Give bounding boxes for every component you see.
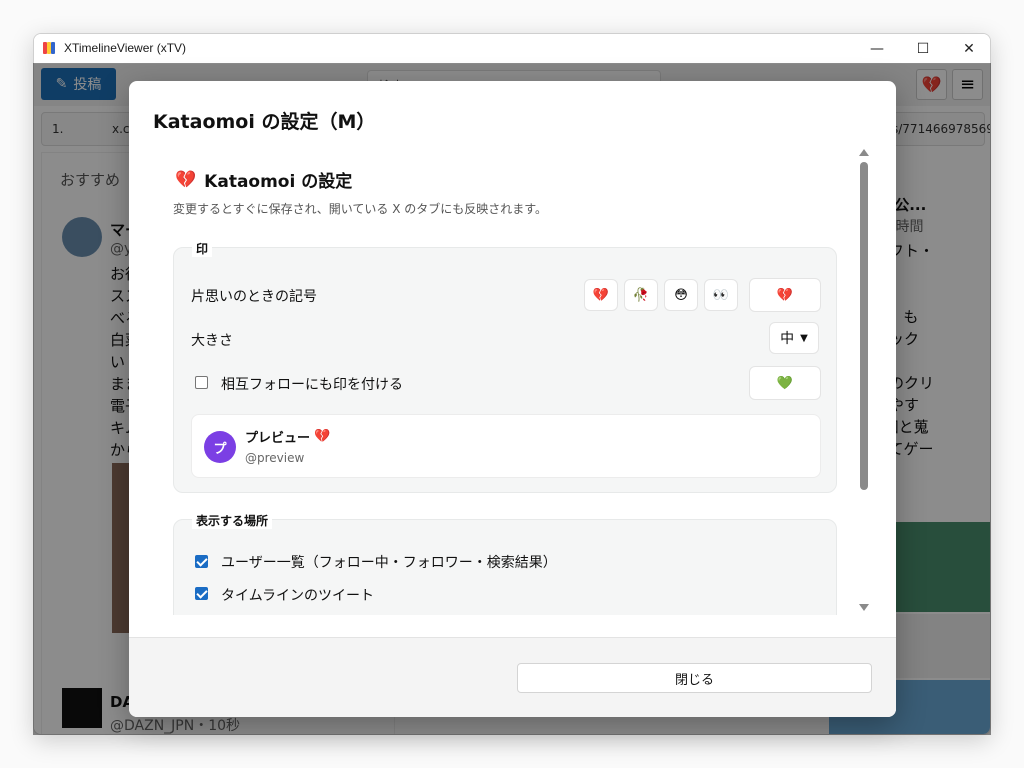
section-title: Kataomoi の設定 [204, 172, 353, 192]
preview-avatar: プ [204, 431, 236, 463]
section-description: 変更するとすぐに保存され、開いている X のタブにも反映されます。 [173, 202, 548, 216]
mark-legend: 印 [192, 240, 213, 257]
symbol-custom-input[interactable]: 💔 [749, 278, 821, 312]
dialog-footer: 閉じる [129, 637, 896, 717]
close-window-button[interactable]: ✕ [946, 34, 990, 64]
symbol-option-broken-heart[interactable]: 💔 [584, 279, 618, 311]
dialog-body: 💔 Kataomoi の設定 変更するとすぐに保存され、開いている X のタブに… [153, 149, 870, 615]
size-select[interactable]: 中 ▼ [769, 322, 819, 354]
settings-dialog: Kataomoi の設定（M） 💔 Kataomoi の設定 変更するとすぐに保… [129, 81, 896, 717]
broken-heart-icon: 💔 [314, 429, 331, 444]
section-heading: 💔 Kataomoi の設定 [175, 167, 353, 193]
minimize-button[interactable]: — [854, 34, 900, 64]
preview-name: プレビュー 💔 [245, 427, 330, 446]
close-icon: ✕ [963, 41, 975, 57]
symbol-label: 片思いのときの記号 [191, 289, 317, 305]
preview-name-text: プレビュー [245, 431, 311, 446]
size-label: 大きさ [191, 333, 233, 349]
mutual-label[interactable]: 相互フォローにも印を付ける [221, 374, 403, 394]
app-icon [43, 42, 55, 54]
preview-card: プ プレビュー 💔 @preview [191, 414, 821, 478]
place-checkbox-timeline[interactable] [195, 587, 208, 600]
symbol-option-eyes[interactable]: 👀 [704, 279, 738, 311]
symbol-option-flushed-face[interactable]: 😳 [664, 279, 698, 311]
mutual-checkbox[interactable] [195, 376, 208, 389]
place-label-user-list[interactable]: ユーザー一覧（フォロー中・フォロワー・検索結果） [221, 552, 557, 572]
mutual-symbol-input[interactable]: 💚 [749, 366, 821, 400]
places-group: 表示する場所 ユーザー一覧（フォロー中・フォロワー・検索結果） タイムラインのツ… [173, 512, 837, 615]
broken-heart-icon: 💔 [776, 287, 794, 303]
symbol-options: 💔 🥀 😳 👀 [584, 279, 764, 311]
title-bar: XTimelineViewer (xTV) — ☐ ✕ [34, 34, 990, 64]
broken-heart-icon: 💔 [592, 287, 610, 303]
dialog-scrollbar[interactable] [856, 145, 872, 615]
place-label-timeline[interactable]: タイムラインのツイート [221, 585, 374, 605]
window-title: XTimelineViewer (xTV) [64, 41, 187, 55]
preview-handle: @preview [245, 451, 305, 465]
places-legend: 表示する場所 [192, 512, 273, 529]
maximize-button[interactable]: ☐ [900, 34, 946, 64]
mark-group: 印 片思いのときの記号 💔 🥀 😳 👀 💔 大きさ 中 ▼ 相互フォローにも印を… [173, 240, 837, 493]
flushed-face-icon: 😳 [674, 287, 688, 303]
minimize-icon: — [870, 41, 884, 57]
scroll-up-icon[interactable] [859, 149, 869, 156]
maximize-icon: ☐ [916, 41, 930, 57]
broken-heart-icon: 💔 [175, 169, 197, 190]
size-value: 中 [780, 331, 795, 347]
symbol-option-wilted-rose[interactable]: 🥀 [624, 279, 658, 311]
eyes-icon: 👀 [712, 287, 730, 303]
wilted-rose-icon: 🥀 [632, 287, 650, 303]
scroll-thumb[interactable] [860, 162, 868, 490]
place-checkbox-user-list[interactable] [195, 555, 208, 568]
chevron-down-icon: ▼ [800, 332, 808, 344]
close-button[interactable]: 閉じる [517, 663, 872, 693]
green-heart-icon: 💚 [776, 375, 794, 391]
dialog-title: Kataomoi の設定（M） [153, 111, 376, 133]
scroll-down-icon[interactable] [859, 604, 869, 611]
